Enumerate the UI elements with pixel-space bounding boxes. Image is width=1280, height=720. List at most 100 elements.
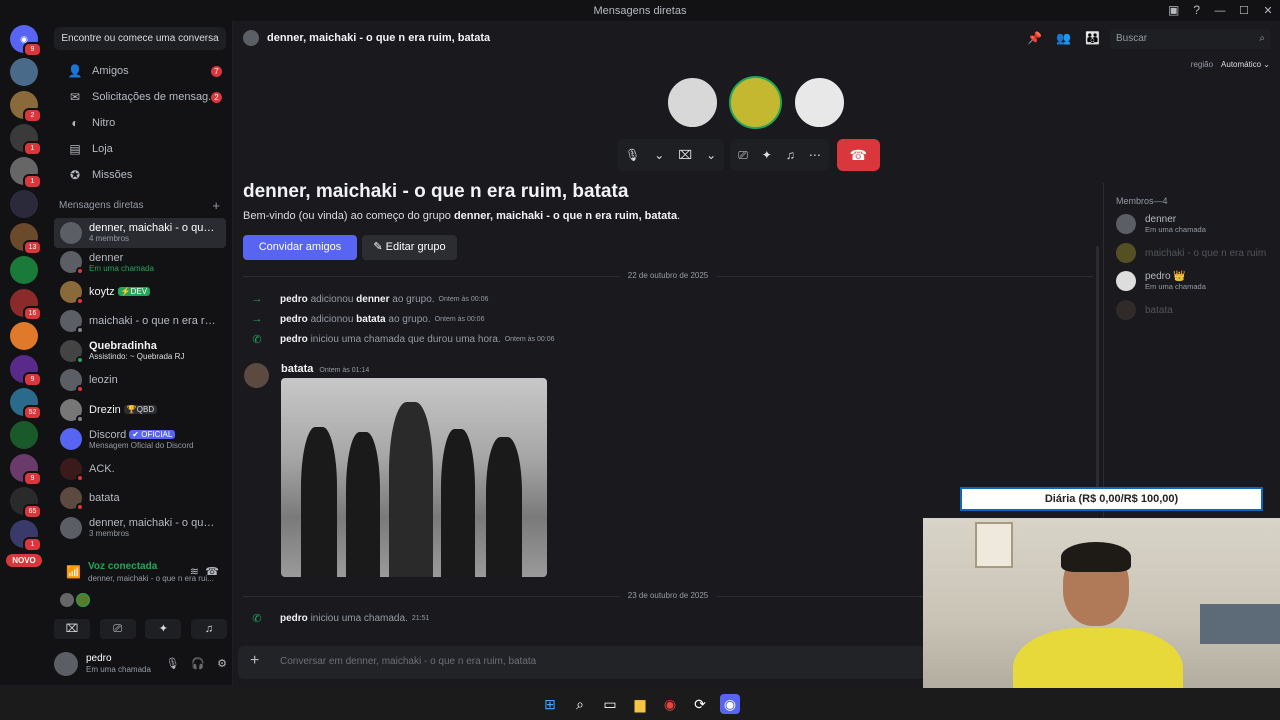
member-item[interactable]: batata — [1116, 300, 1173, 320]
dm-item[interactable]: denner, maichaki - o que ... 4 membros — [54, 218, 226, 248]
chrome-icon[interactable]: ◉ — [660, 694, 680, 714]
server-icon[interactable]: 1 — [10, 157, 42, 189]
chevron-down-icon[interactable]: ⌄ — [654, 148, 664, 162]
camera-off-icon[interactable]: ⌧ — [54, 619, 90, 639]
members-icon[interactable]: 👪 — [1085, 31, 1100, 45]
search-input[interactable]: Buscar ⌕ — [1110, 29, 1271, 49]
server-icon[interactable] — [10, 190, 38, 218]
minimize-button[interactable]: — — [1208, 5, 1232, 17]
edit-group-button[interactable]: ✎ Editar grupo — [362, 235, 457, 260]
nav-shop[interactable]: ▤ Loja — [54, 136, 226, 162]
member-item[interactable]: maichaki - o que n era ruim — [1116, 243, 1266, 263]
nav-quests[interactable]: ✪ Missões — [54, 162, 226, 188]
screen-share-icon[interactable]: ⎚ — [99, 619, 136, 639]
soundboard-icon[interactable]: ♫ — [786, 148, 795, 162]
soundboard-icon[interactable]: ♫ — [190, 619, 227, 639]
hang-up-icon: ☎ — [849, 147, 868, 163]
microphone-icon[interactable]: 🎙 — [625, 148, 640, 162]
server-icon[interactable] — [10, 421, 38, 449]
member-item[interactable]: denner Em uma chamada — [1116, 214, 1206, 234]
call-participant-avatar[interactable] — [666, 76, 719, 129]
dm-item[interactable]: Drezin 🏆QBD — [54, 395, 226, 425]
call-actions: ⎚ ✦ ♫ ⋯ — [730, 139, 829, 171]
server-icon[interactable]: 9 — [10, 355, 42, 387]
windows-start-icon[interactable]: ⊞ — [540, 694, 560, 714]
microphone-icon[interactable]: 🎙 — [165, 657, 179, 670]
dm-item[interactable]: maichaki - o que n era ruim — [54, 307, 226, 337]
add-friends-icon[interactable]: 👥 — [1056, 31, 1071, 45]
scrollbar[interactable] — [1096, 246, 1099, 506]
avatar — [1116, 271, 1136, 291]
server-icon[interactable]: 13 — [10, 223, 42, 255]
server-icon[interactable]: 9 — [10, 454, 42, 486]
server-icon[interactable]: 52 — [10, 388, 42, 420]
task-view-icon[interactable]: ▭ — [600, 694, 620, 714]
server-icon[interactable] — [10, 58, 38, 86]
search-icon[interactable]: ⌕ — [570, 694, 590, 714]
dm-item[interactable]: denner, maichaki - o que ... 3 membros — [54, 513, 226, 543]
message-input[interactable]: + Conversar em denner, maichaki - o que … — [238, 646, 928, 679]
attach-plus-icon[interactable]: + — [250, 652, 259, 670]
call-participant-avatar[interactable] — [729, 76, 782, 129]
more-icon[interactable]: ⋯ — [809, 148, 821, 162]
headphones-icon[interactable]: 🎧 — [191, 657, 205, 670]
dm-item[interactable]: ACK. — [54, 454, 226, 484]
avatar — [60, 398, 84, 423]
create-dm-icon[interactable]: + — [212, 198, 220, 213]
user-avatar[interactable] — [54, 652, 78, 676]
new-badge: NOVO — [6, 554, 42, 567]
activities-icon[interactable]: ✦ — [145, 619, 182, 639]
server-icon[interactable]: 65 — [10, 487, 42, 519]
pin-icon[interactable]: 📌 — [1027, 31, 1042, 45]
activities-icon[interactable]: ✦ — [762, 148, 772, 162]
server-icon[interactable]: 1 — [10, 520, 42, 552]
hang-up-button[interactable]: ☎ — [836, 139, 880, 171]
gif-attachment[interactable] — [281, 378, 547, 577]
screen-share-icon[interactable]: ⎚ — [738, 148, 748, 163]
server-icon[interactable]: 1 — [10, 124, 42, 156]
file-explorer-icon[interactable]: ▆ — [630, 694, 650, 714]
disconnect-icon[interactable]: ☎ — [205, 565, 219, 578]
chevron-down-icon[interactable]: ⌄ — [706, 148, 716, 162]
settings-icon[interactable]: ⚙ — [217, 657, 227, 670]
voice-status: Voz conectada — [88, 561, 158, 572]
dm-item[interactable]: Quebradinha Assistindo: ~ Quebrada RJ — [54, 336, 226, 366]
dm-item[interactable]: batata — [54, 484, 226, 514]
group-welcome: Bem-vindo (ou vinda) ao começo do grupo … — [243, 210, 681, 222]
server-icon[interactable] — [10, 322, 38, 350]
call-participant-avatar[interactable] — [793, 76, 846, 129]
member-item[interactable]: pedro 👑 Em uma chamada — [1116, 271, 1206, 291]
dm-item[interactable]: leozin — [54, 366, 226, 396]
server-icon[interactable]: 2 — [10, 91, 42, 123]
phone-icon: ✆ — [252, 613, 262, 625]
system-message: → pedro adicionou batata ao grupo. Ontem à… — [249, 313, 485, 325]
message-avatar[interactable] — [244, 363, 269, 388]
shop-icon: ▤ — [69, 142, 81, 156]
find-conversation-button[interactable]: Encontre ou comece uma conversa — [54, 27, 226, 50]
nav-nitro[interactable]: ◐ Nitro — [54, 110, 226, 136]
invite-friends-button[interactable]: Convidar amigos — [243, 235, 357, 260]
discord-taskbar-icon[interactable]: ◉ — [720, 694, 740, 714]
dm-item[interactable]: Discord ✔ OFICIAL Mensagem Oficial do Disc… — [54, 425, 226, 455]
inbox-icon[interactable]: ▣ — [1168, 3, 1179, 17]
app-icon[interactable]: ⟳ — [690, 694, 710, 714]
server-icon[interactable]: 16 — [10, 289, 42, 321]
noise-suppression-icon[interactable]: ≋ — [190, 565, 199, 578]
help-icon[interactable]: ? — [1193, 3, 1200, 17]
maximize-button[interactable]: ☐ — [1232, 4, 1256, 17]
close-button[interactable]: ✕ — [1256, 4, 1280, 17]
server-icon[interactable] — [10, 256, 38, 284]
camera-off-icon[interactable]: ⌧ — [678, 148, 692, 162]
nav-friends[interactable]: 👤 Amigos 7 — [54, 58, 226, 84]
friends-icon: 👤 — [67, 64, 83, 78]
dm-item[interactable]: koytz ⚡DEV — [54, 277, 226, 307]
avatar — [60, 310, 84, 335]
stream-goal-overlay: Diária (R$ 0,00/R$ 100,00) — [960, 487, 1263, 511]
avatar — [60, 339, 84, 364]
discord-home-icon[interactable]: ◉ 9 — [10, 25, 42, 57]
nav-message-requests[interactable]: ✉ Solicitações de mensag... 2 — [54, 84, 226, 110]
dm-item[interactable]: denner Em uma chamada — [54, 248, 226, 278]
group-avatar — [243, 30, 259, 46]
dev-tag: ⚡DEV — [117, 287, 151, 297]
region-select[interactable]: região Automático ⌄ — [1191, 60, 1270, 69]
